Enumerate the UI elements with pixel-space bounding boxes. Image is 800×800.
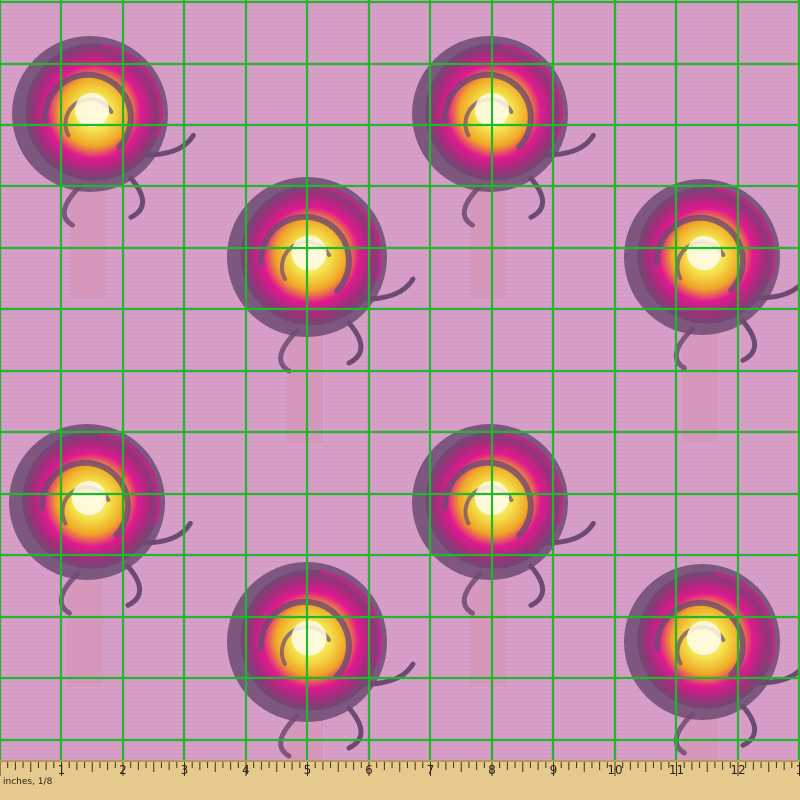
ruler-label: 1 — [58, 763, 66, 777]
ruler-label: 9 — [550, 763, 558, 777]
ruler-label: 12 — [730, 763, 745, 777]
ruler-unit-label: inches, 1/8 — [3, 777, 53, 787]
ruler-label: 2 — [119, 763, 127, 777]
fabric-swatch-view: inches, 1/8 1 2 3 4 5 6 7 8 9 10 11 12 1 — [0, 0, 800, 800]
ruler-label: 5 — [304, 763, 312, 777]
ruler-label: 11 — [669, 763, 684, 777]
ruler-label: 6 — [365, 763, 373, 777]
ruler: inches, 1/8 1 2 3 4 5 6 7 8 9 10 11 12 1 — [0, 760, 800, 800]
ruler-label: 7 — [427, 763, 435, 777]
ruler-label: 4 — [242, 763, 250, 777]
ruler-label: 3 — [181, 763, 189, 777]
ruler-label: 8 — [488, 763, 496, 777]
fabric-pattern — [0, 0, 800, 760]
ruler-label: 1 — [796, 763, 800, 777]
ruler-label: 10 — [607, 763, 622, 777]
